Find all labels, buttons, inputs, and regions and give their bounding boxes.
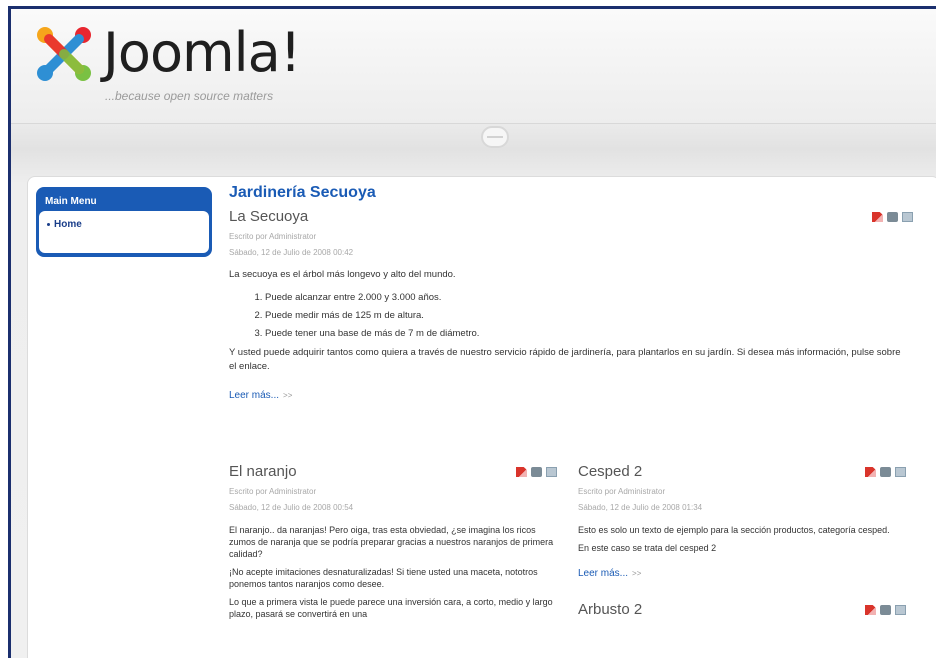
article-title: El naranjo [229,463,297,480]
window-frame-left [0,0,11,658]
read-more-link[interactable]: Leer más... >> [229,390,909,401]
joomla-logo-icon[interactable] [31,21,97,87]
bullet-icon [47,222,50,226]
article-title: Cesped 2 [578,463,643,480]
print-icon[interactable] [880,605,891,615]
article-intro: La secuoya es el árbol más longevo y alt… [229,269,456,280]
print-icon[interactable] [887,212,898,222]
site-tagline: ...because open source matters [105,89,274,103]
article-list: Puede alcanzar entre 2.000 y 3.000 años.… [229,292,909,339]
article-title: Arbusto 2 [578,601,643,618]
article-icons [865,605,906,615]
article-paragraph: En este caso se trata del cesped 2 [578,543,717,553]
email-icon[interactable] [546,467,557,477]
read-more-link[interactable]: Leer más... >> [578,568,906,579]
article-paragraph: Lo que a primera vista le puede parece u… [229,597,553,619]
article-title: La Secuoya [229,208,309,225]
pdf-icon[interactable] [865,467,876,477]
print-icon[interactable] [531,467,542,477]
list-item: Puede alcanzar entre 2.000 y 3.000 años. [265,292,909,303]
main-menu-title: Main Menu [45,196,97,207]
page: Joomla! ...because open source matters M… [11,9,936,658]
article-right: Cesped 2 Escrito por Administrator Sábad… [578,463,906,618]
pdf-icon[interactable] [872,212,883,222]
list-item: Puede tener una base de más de 7 m de di… [265,328,909,339]
article-right-2: Arbusto 2 [578,601,906,618]
article-left: El naranjo Escrito por Administrator Sáb… [229,463,557,620]
pdf-icon[interactable] [865,605,876,615]
section-title: Jardinería Secuoya [229,184,376,201]
article-paragraph: Esto es solo un texto de ejemplo para la… [578,525,890,535]
email-icon[interactable] [895,605,906,615]
article-date: Sábado, 12 de Julio de 2008 00:42 [229,248,354,257]
article-body: Y usted puede adquirir tantos como quier… [229,347,901,372]
article-author: Escrito por Administrator [229,487,317,496]
article-date: Sábado, 12 de Julio de 2008 01:34 [578,503,703,512]
read-more-arrow: >> [632,569,642,578]
site-header: Joomla! ...because open source matters [11,9,936,124]
article-paragraph: El naranjo.. da naranjas! Pero oiga, tra… [229,525,554,559]
read-more-arrow: >> [283,391,293,400]
email-icon[interactable] [895,467,906,477]
read-more-label: Leer más... [229,390,280,401]
article-icons [865,467,906,477]
menu-item-home[interactable]: Home [47,219,201,230]
header-divider [11,124,936,174]
article-author: Escrito por Administrator [578,487,666,496]
main-menu: Main Menu Home [36,187,212,257]
read-more-label: Leer más... [578,568,629,579]
article-paragraph: ¡No acepte imitaciones desnaturalizadas!… [229,567,538,589]
article-featured: La Secuoya Escrito por Administrator Sáb… [229,208,913,401]
main-content: Jardinería Secuoya La Secuoya Escrito po… [229,184,913,401]
menu-item-label: Home [54,219,82,230]
main-menu-list: Home [39,211,209,253]
article-icons [516,467,557,477]
list-item: Puede medir más de 125 m de altura. [265,310,909,321]
site-logo-text[interactable]: Joomla! [103,21,301,84]
content-panel: Main Menu Home Jardinería Secuoya La Sec… [27,176,936,658]
pdf-icon[interactable] [516,467,527,477]
article-date: Sábado, 12 de Julio de 2008 00:54 [229,503,354,512]
print-icon[interactable] [880,467,891,477]
article-icons [872,212,913,222]
email-icon[interactable] [902,212,913,222]
divider-knob-icon [481,126,509,148]
article-author: Escrito por Administrator [229,232,317,241]
